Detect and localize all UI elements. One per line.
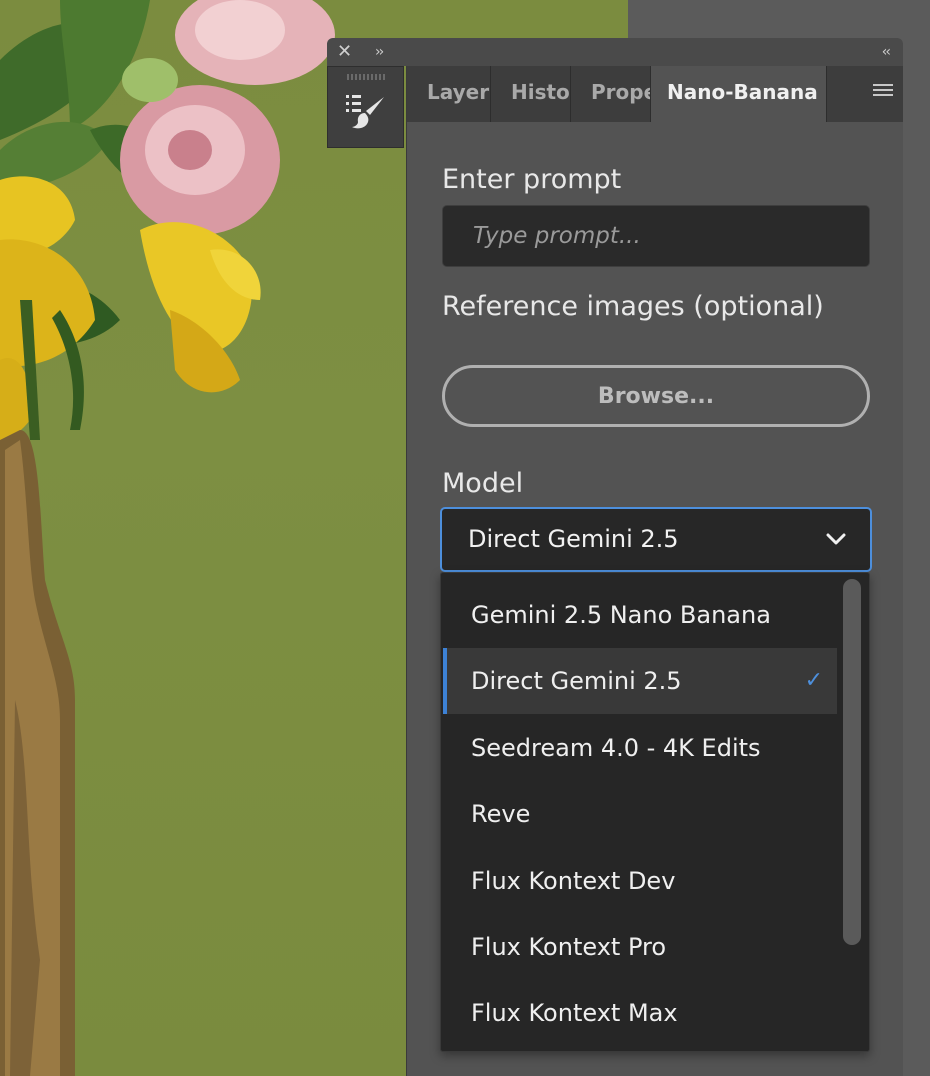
reference-images-label: Reference images (optional) — [442, 291, 824, 322]
prompt-input[interactable] — [442, 205, 870, 267]
model-dropdown-list: Gemini 2.5 Nano Banana Direct Gemini 2.5… — [440, 572, 870, 1052]
model-option-label: Direct Gemini 2.5 — [471, 667, 682, 695]
model-option[interactable]: Flux Kontext Dev — [443, 848, 837, 914]
tab-history[interactable]: History — [491, 66, 571, 122]
prompt-label: Enter prompt — [442, 164, 622, 195]
model-select[interactable]: Direct Gemini 2.5 — [440, 507, 872, 572]
model-option[interactable]: Flux Kontext Max — [443, 980, 837, 1046]
collapsed-panel-dock — [327, 66, 404, 148]
tab-nano-banana[interactable]: Nano-Banana — [651, 66, 827, 122]
model-option[interactable]: Flux Kontext Pro — [443, 914, 837, 980]
collapse-icon[interactable]: ‹‹ — [882, 41, 891, 63]
panel-tabbar: Layers History Properties Nano-Banana — [407, 66, 903, 122]
model-option[interactable]: Seedream 4.0 - 4K Edits — [443, 715, 837, 781]
panel-titlebar[interactable]: ✕ ›› ‹‹ — [327, 38, 903, 66]
brush-panel-icon — [346, 95, 384, 129]
drag-grip[interactable] — [347, 74, 385, 80]
browse-button[interactable]: Browse... — [442, 365, 870, 427]
brush-panel-button[interactable] — [342, 85, 390, 137]
model-selected-value: Direct Gemini 2.5 — [468, 525, 679, 553]
tab-properties[interactable]: Properties — [571, 66, 651, 122]
tab-layers[interactable]: Layers — [407, 66, 491, 122]
model-option[interactable]: Reve — [443, 781, 837, 847]
model-label: Model — [442, 468, 524, 499]
close-icon[interactable]: ✕ — [337, 41, 352, 63]
expand-icon[interactable]: ›› — [375, 41, 384, 63]
model-option-selected[interactable]: Direct Gemini 2.5 ✓ — [443, 648, 837, 714]
dropdown-scrollbar[interactable] — [843, 579, 861, 945]
check-icon: ✓ — [804, 668, 823, 693]
panel-menu-icon[interactable] — [873, 84, 893, 98]
model-option[interactable]: Gemini 2.5 Nano Banana — [443, 582, 837, 648]
chevron-down-icon — [826, 533, 846, 545]
